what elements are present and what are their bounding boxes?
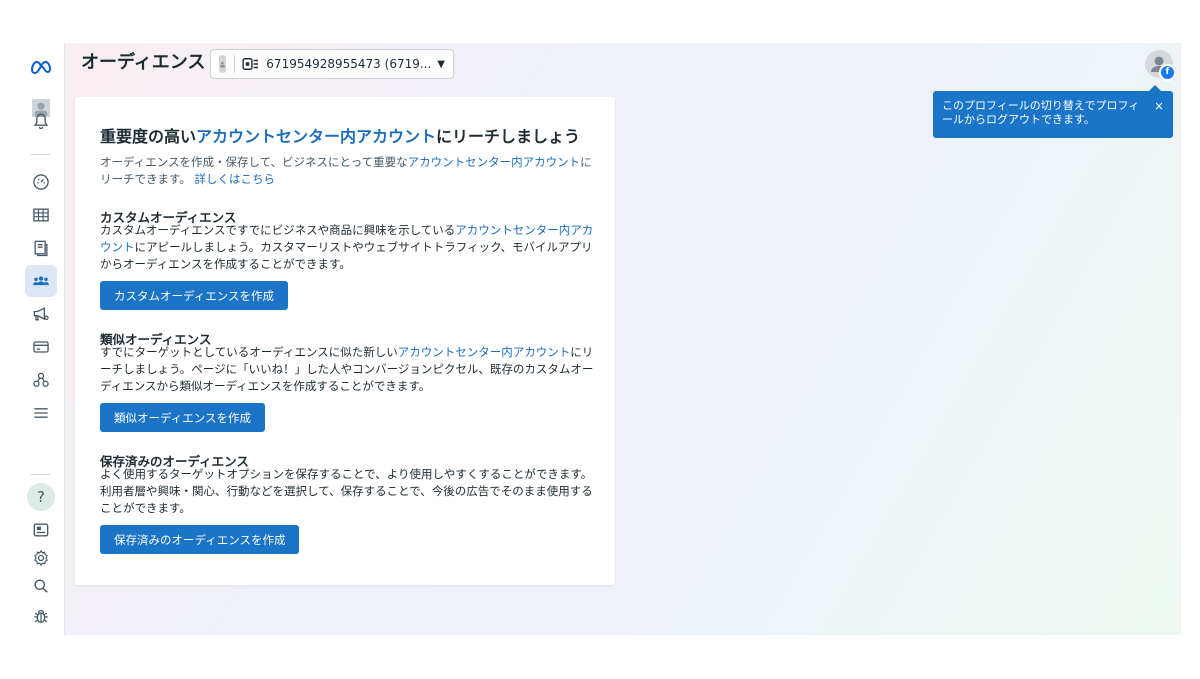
ad-account-id: 671954928955473 (6719... (266, 57, 432, 71)
profile-switch-tooltip: このプロフィールの切り替えでプロフィールからログアウトできます。 × (933, 85, 1173, 138)
desc-accounts-center-link[interactable]: アカウントセンター内アカウント (408, 155, 581, 169)
title-pre: 重要度の高い (100, 127, 197, 146)
create-custom-audience-button[interactable]: カスタムオーディエンスを作成 (100, 281, 288, 310)
dashboard-gauge-icon[interactable] (25, 166, 57, 198)
page-title: オーディエンス (81, 52, 206, 73)
learn-more-link[interactable]: 詳しくはこちら (195, 172, 276, 186)
close-icon[interactable]: × (1154, 99, 1164, 113)
lookalike-audience-description: すでにターゲットとしているオーディエンスに似た新しいアカウントセンター内アカウン… (100, 344, 595, 395)
ad-account-icon (242, 57, 260, 71)
create-saved-audience-button[interactable]: 保存済みのオーディエンスを作成 (100, 525, 300, 554)
ad-account-selector[interactable]: 671954928955473 (6719... ▼ (210, 49, 454, 79)
menu-hamburger-icon[interactable] (25, 397, 57, 429)
create-lookalike-audience-button[interactable]: 類似オーディエンスを作成 (100, 403, 265, 432)
lookalike-accounts-center-link[interactable]: アカウントセンター内アカウント (398, 345, 571, 359)
audiences-people-icon[interactable] (25, 265, 57, 297)
left-nav-rail: ? (18, 43, 65, 635)
card-description: オーディエンスを作成・保存して、ビジネスにとって重要なアカウントセンター内アカウ… (100, 154, 595, 188)
card-title: 重要度の高いアカウントセンター内アカウントにリーチしましょう (100, 123, 580, 147)
tooltip-arrow (1149, 85, 1161, 91)
lookalike-body-pre: すでにターゲットとしているオーディエンスに似た新しい (100, 345, 398, 359)
desc-pre: オーディエンスを作成・保存して、ビジネスにとって重要な (100, 155, 408, 169)
chevron-down-icon: ▼ (437, 58, 445, 70)
search-icon[interactable] (25, 570, 57, 602)
notifications-bell-icon[interactable] (25, 105, 57, 137)
campaign-megaphone-icon[interactable] (25, 298, 57, 330)
help-glyph: ? (37, 488, 45, 506)
billing-card-icon[interactable] (25, 331, 57, 363)
help-icon[interactable]: ? (27, 483, 55, 511)
app-window: ? オーディエンス 671954928955473 (6719... ▼ f こ (18, 43, 1181, 635)
meta-logo-icon[interactable] (25, 51, 57, 83)
ads-manager-table-icon[interactable] (25, 199, 57, 231)
audiences-intro-card: 重要度の高いアカウントセンター内アカウントにリーチしましょう オーディエンスを作… (75, 97, 615, 585)
facebook-badge-icon: f (1159, 64, 1176, 81)
custom-body-post: にアピールしましょう。カスタマーリストやウェブサイトトラフィック、モバイルアプリ… (100, 240, 593, 271)
rail-divider (31, 154, 51, 155)
saved-audience-description: よく使用するターゲットオプションを保存することで、より使用しやすくすることができ… (100, 467, 593, 515)
title-post: にリーチしましょう (436, 127, 581, 146)
rail-divider-bottom (31, 474, 51, 475)
profile-avatar[interactable]: f (1145, 50, 1176, 81)
account-avatar-icon (219, 55, 226, 73)
business-network-icon[interactable] (25, 364, 57, 396)
bug-report-icon[interactable] (25, 600, 57, 632)
pages-document-icon[interactable] (25, 232, 57, 264)
custom-body-pre: カスタムオーディエンスですでにビジネスや商品に興味を示している (100, 223, 456, 237)
tooltip-text: このプロフィールの切り替えでプロフィールからログアウトできます。 (942, 99, 1140, 126)
custom-audience-description: カスタムオーディエンスですでにビジネスや商品に興味を示しているアカウントセンター… (100, 222, 595, 273)
title-accounts-center-link[interactable]: アカウントセンター内アカウント (196, 127, 436, 146)
